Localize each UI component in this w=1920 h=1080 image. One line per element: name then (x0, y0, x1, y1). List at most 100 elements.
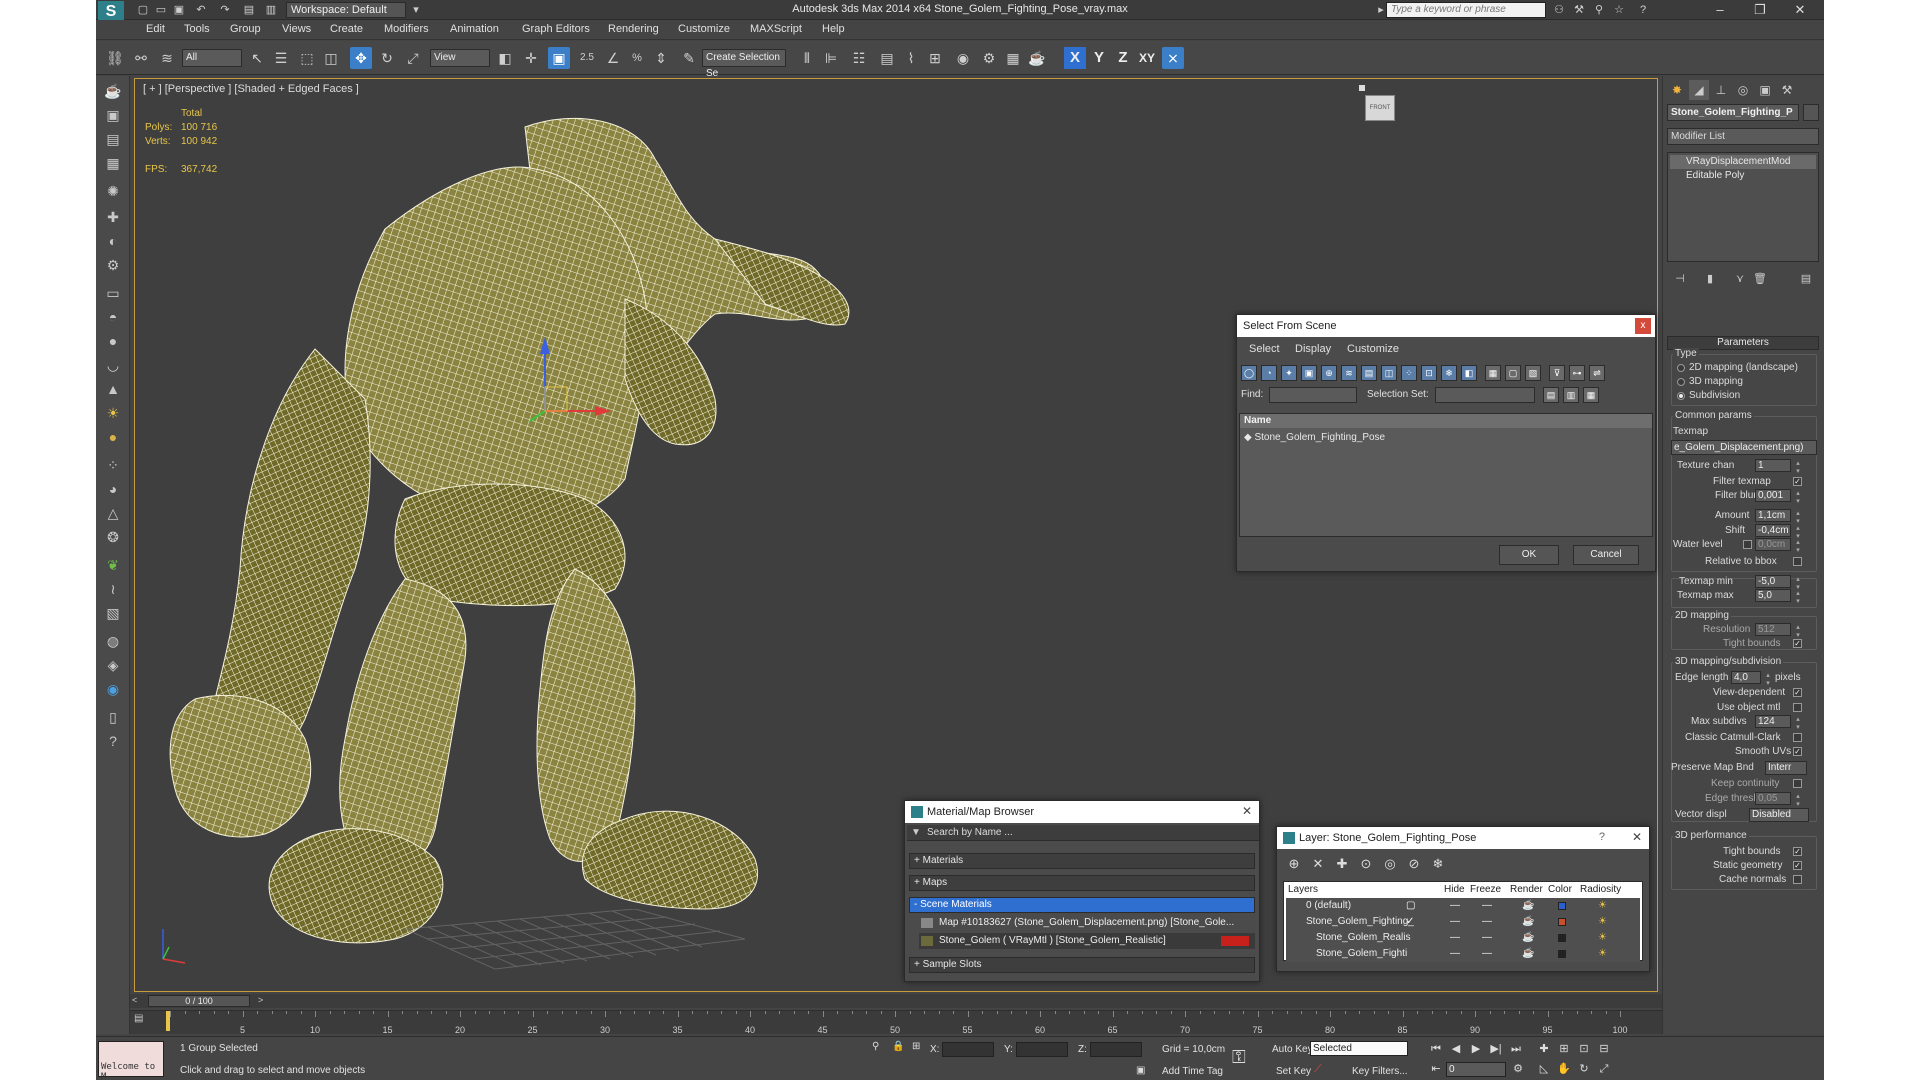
highlight-layer-icon[interactable]: ◎ (1381, 855, 1399, 873)
find-input[interactable] (1269, 387, 1357, 403)
select-none-icon[interactable]: ▢ (1505, 365, 1521, 381)
configure-sets-icon[interactable]: ▤ (1797, 270, 1815, 288)
home-icon[interactable] (1359, 85, 1365, 91)
close-icon[interactable]: ✕ (1629, 830, 1645, 846)
rectangular-selection-icon[interactable]: ⬚ (296, 47, 318, 69)
named-selection-sets-dropdown[interactable]: Create Selection Se (702, 49, 786, 79)
rotate-icon[interactable]: ↻ (376, 47, 398, 69)
angle-snap-icon[interactable]: ∠ (602, 47, 624, 69)
set-key-icon[interactable]: ⚿ (1232, 1047, 1256, 1071)
menu-create[interactable]: Create (330, 23, 363, 35)
dome-icon[interactable]: ◓ (102, 306, 124, 328)
bowl-icon[interactable]: ◡ (102, 354, 124, 376)
menu-rendering[interactable]: Rendering (608, 23, 659, 35)
time-slider[interactable]: 0 / 100 (148, 995, 250, 1007)
render-teapot-icon[interactable]: ☕ (1522, 914, 1534, 930)
plane-icon[interactable]: ▤ (102, 128, 124, 150)
modify-tab-icon[interactable]: ◢ (1689, 80, 1709, 100)
cache-normals-checkbox[interactable] (1793, 875, 1802, 884)
water-level-spinner[interactable]: 0,0cm (1755, 538, 1800, 554)
time-tag-icon[interactable]: ▣ (1136, 1065, 1150, 1079)
select-invert-icon[interactable]: ▧ (1525, 365, 1541, 381)
stack-item-vraydisplacement[interactable]: VRayDisplacementMod (1670, 155, 1816, 169)
help-icon[interactable]: ? (1636, 3, 1650, 17)
select-all-icon[interactable]: ▦ (1485, 365, 1501, 381)
layer-color-swatch[interactable] (1558, 902, 1566, 910)
rendered-frame-window-icon[interactable]: ▦ (1002, 47, 1024, 69)
particles-icon[interactable]: ⁘ (102, 454, 124, 476)
stone-golem-model[interactable] (155, 99, 855, 979)
viewcube-front-face[interactable]: FRONT (1365, 95, 1395, 121)
layer-row[interactable]: Stone_Golem_Fighting_ ✓ — — ☕ ☀ (1286, 914, 1640, 930)
edge-thresh-spinner[interactable]: 0,05 (1755, 792, 1800, 808)
menu-animation[interactable]: Animation (450, 23, 499, 35)
menu-views[interactable]: Views (282, 23, 311, 35)
teapot-icon[interactable]: ☕ (102, 80, 124, 102)
z-coord-field[interactable] (1090, 1042, 1142, 1057)
render-teapot-icon[interactable]: ☕ (1522, 946, 1534, 962)
x-coord-field[interactable] (942, 1042, 994, 1057)
select-layer-objects-icon[interactable]: ⊙ (1357, 855, 1375, 873)
material-item-displacement-map[interactable]: Map #10183627 (Stone_Golem_Displacement.… (919, 915, 1255, 931)
time-slider-prev-icon[interactable]: < (132, 995, 137, 1005)
viewport-label[interactable]: [ + ] [Perspective ] [Shaded + Edged Fac… (143, 83, 359, 95)
motion-tab-icon[interactable]: ◎ (1733, 80, 1753, 100)
sync-selection-icon[interactable]: ⇌ (1589, 365, 1605, 381)
display-lights-icon[interactable]: ✦ (1281, 365, 1297, 381)
layer-current-check-icon[interactable]: ✓ (1406, 914, 1414, 930)
name-column-header[interactable]: Name (1240, 414, 1652, 428)
gold-sphere-icon[interactable]: ● (102, 426, 124, 448)
box-icon[interactable]: ▣ (102, 104, 124, 126)
radiosity-icon[interactable]: ☀ (1598, 946, 1607, 962)
sfs-menu-select[interactable]: Select (1249, 343, 1280, 355)
reference-coord-dropdown[interactable]: View (430, 49, 490, 67)
go-to-end-icon[interactable]: ⏭ (1508, 1041, 1524, 1057)
help-circle-icon[interactable]: ? (102, 730, 124, 752)
water-level-checkbox[interactable] (1743, 540, 1752, 549)
set-key-button[interactable]: Set Key (1276, 1066, 1311, 1077)
schematic-view-icon[interactable]: ⊞ (924, 47, 946, 69)
time-slider-next-icon[interactable]: > (258, 995, 263, 1005)
texmap-max-spinner[interactable]: 5,0 (1755, 589, 1800, 605)
scale-icon[interactable]: ⤢ (402, 47, 424, 69)
display-tab-icon[interactable]: ▣ (1755, 80, 1775, 100)
add-to-layer-icon[interactable]: ✚ (1333, 855, 1351, 873)
selection-filter-dropdown[interactable]: All (182, 49, 242, 67)
freeze-column-header[interactable]: Freeze (1470, 884, 1501, 895)
window-crossing-icon[interactable]: ◫ (320, 47, 342, 69)
group-materials[interactable]: + Materials (909, 853, 1255, 869)
add-to-set-icon[interactable]: ▥ (1563, 387, 1579, 403)
hide-column-header[interactable]: Hide (1444, 884, 1465, 895)
delete-layer-icon[interactable]: ✕ (1309, 855, 1327, 873)
next-frame-icon[interactable]: ▶| (1488, 1041, 1504, 1057)
time-slider-track[interactable] (130, 994, 1662, 1008)
layers-column-header[interactable]: Layers (1288, 884, 1318, 895)
display-hidden-icon[interactable]: ◧ (1461, 365, 1477, 381)
radio-subdivision[interactable] (1677, 392, 1685, 400)
keep-continuity-checkbox[interactable] (1793, 779, 1802, 788)
preserve-map-dropdown[interactable]: Interr (1765, 761, 1807, 775)
layer-row[interactable]: Stone_Golem_Realis — — ☕ ☀ (1286, 930, 1640, 946)
key-mode-dropdown[interactable]: Selected (1310, 1041, 1408, 1056)
track-bar-ruler[interactable]: ▤ 5 10 15 20 25 30 35 40 45 50 55 60 65 70 75 80 85 90 95 1… (130, 1010, 1662, 1035)
catmull-clark-checkbox[interactable] (1793, 733, 1802, 742)
hair-icon[interactable]: ≀ (102, 578, 124, 600)
shift-spinner[interactable]: -0,4cm (1755, 524, 1800, 540)
layer-row[interactable]: 0 (default) ▢ — — ☕ ☀ (1286, 898, 1640, 914)
menu-modifiers[interactable]: Modifiers (384, 23, 429, 35)
cloth-icon[interactable]: ▧ (102, 602, 124, 624)
layer-color-swatch[interactable] (1558, 934, 1566, 942)
create-set-icon[interactable]: ▤ (1543, 387, 1559, 403)
foliage-icon[interactable]: ❦ (102, 554, 124, 576)
use-object-mtl-checkbox[interactable] (1793, 703, 1802, 712)
display-helpers-icon[interactable]: ⊕ (1321, 365, 1337, 381)
sfs-menu-customize[interactable]: Customize (1347, 343, 1399, 355)
radio-3d-mapping[interactable] (1677, 378, 1685, 386)
radiosity-icon[interactable]: ☀ (1598, 930, 1607, 946)
key-filter-icon[interactable]: ⟋ (1314, 1063, 1328, 1077)
rectangle-icon[interactable]: ▭ (102, 282, 124, 304)
align-icon[interactable]: ⊫ (820, 47, 842, 69)
ok-button[interactable]: OK (1499, 545, 1559, 565)
layer-manager-icon[interactable]: ☷ (848, 47, 870, 69)
vray-fur-icon[interactable]: ◉ (102, 678, 124, 700)
